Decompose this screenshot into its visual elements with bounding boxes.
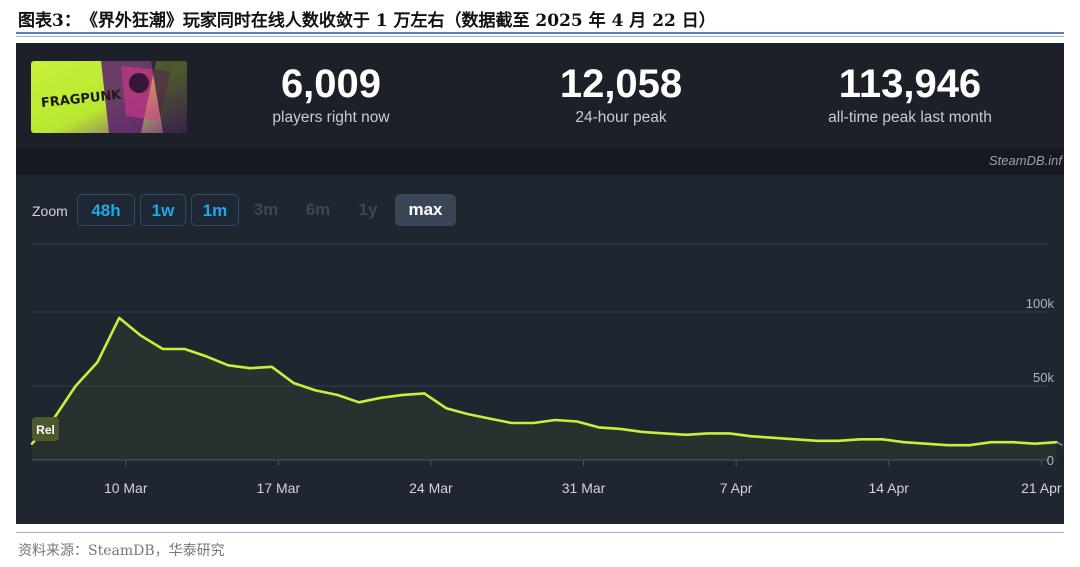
data-point[interactable] <box>816 440 818 442</box>
data-point[interactable] <box>641 431 644 433</box>
release-marker[interactable]: Rel <box>32 417 59 441</box>
data-point[interactable] <box>772 437 774 439</box>
y-tick-label: 100k <box>1026 296 1055 311</box>
data-point[interactable] <box>380 397 382 399</box>
x-tick-label: 21 Apr <box>1021 480 1062 496</box>
data-point[interactable] <box>74 385 77 387</box>
data-point[interactable] <box>401 394 404 396</box>
data-point[interactable] <box>227 364 229 367</box>
data-point[interactable] <box>925 442 927 445</box>
title-rule-thin <box>16 36 1064 37</box>
data-point[interactable] <box>31 442 33 445</box>
data-point[interactable] <box>554 419 556 421</box>
data-point[interactable] <box>750 435 753 438</box>
source-rule <box>16 532 1064 533</box>
data-point[interactable] <box>794 438 796 441</box>
plot-layer <box>30 316 1063 460</box>
x-tick-label: 7 Apr <box>720 480 753 496</box>
series-area <box>32 317 1057 460</box>
data-point[interactable] <box>140 334 142 337</box>
x-tick-label: 17 Mar <box>257 480 301 496</box>
data-point[interactable] <box>946 444 949 447</box>
data-point[interactable] <box>968 444 971 447</box>
title-rule <box>16 32 1064 34</box>
data-point[interactable] <box>489 417 491 420</box>
data-point[interactable] <box>663 432 665 435</box>
data-point[interactable] <box>336 394 339 396</box>
x-axis-labels: 10 Mar 17 Mar 24 Mar 31 Mar 7 Apr 14 Apr 21 Ap… <box>104 480 1062 496</box>
figure-title: 图表3： 《界外狂潮》玩家同时在线人数收敛于 1 万左右（数据截至 2025 年… <box>18 11 716 31</box>
data-point[interactable] <box>881 438 883 441</box>
data-point[interactable] <box>183 348 186 350</box>
data-point[interactable] <box>598 426 600 429</box>
data-point[interactable] <box>467 413 469 415</box>
source-note: 资料来源：SteamDB，华泰研究 <box>18 543 225 559</box>
data-point[interactable] <box>990 441 992 444</box>
data-point[interactable] <box>903 441 905 444</box>
data-point[interactable] <box>118 317 120 319</box>
y-tick-label: 50k <box>1033 370 1054 385</box>
data-point[interactable] <box>205 355 208 358</box>
data-point[interactable] <box>859 438 862 441</box>
x-tick-label: 14 Apr <box>868 480 909 496</box>
x-tick-label: 24 Mar <box>409 480 453 496</box>
data-point[interactable] <box>619 428 622 430</box>
data-point[interactable] <box>292 382 295 384</box>
data-point[interactable] <box>707 432 709 435</box>
players-line-chart[interactable]: 10 Mar 17 Mar 24 Mar 31 Mar 7 Apr 14 Apr 21 Ap… <box>16 43 1064 524</box>
release-marker-label: Rel <box>36 423 55 437</box>
data-point[interactable] <box>445 407 448 410</box>
data-point[interactable] <box>532 422 535 424</box>
x-tick-label: 31 Mar <box>562 480 606 496</box>
data-point[interactable] <box>271 366 273 368</box>
y-tick-label: 0 <box>1047 453 1054 468</box>
data-point[interactable] <box>576 420 578 423</box>
data-point[interactable] <box>423 392 426 395</box>
data-point[interactable] <box>314 389 317 392</box>
data-point[interactable] <box>837 440 840 442</box>
data-point[interactable] <box>96 361 99 364</box>
data-point[interactable] <box>1012 441 1014 444</box>
series-tail <box>1056 441 1063 446</box>
steamdb-panel: FRAGPUNK 6,009 players right now 12,058 … <box>16 43 1064 524</box>
data-point[interactable] <box>685 434 687 436</box>
data-point[interactable] <box>1034 442 1036 445</box>
data-point[interactable] <box>510 422 513 424</box>
data-point[interactable] <box>358 401 360 404</box>
data-point[interactable] <box>728 432 731 435</box>
data-point[interactable] <box>162 348 164 350</box>
data-point[interactable] <box>249 367 251 370</box>
x-tick-label: 10 Mar <box>104 480 148 496</box>
